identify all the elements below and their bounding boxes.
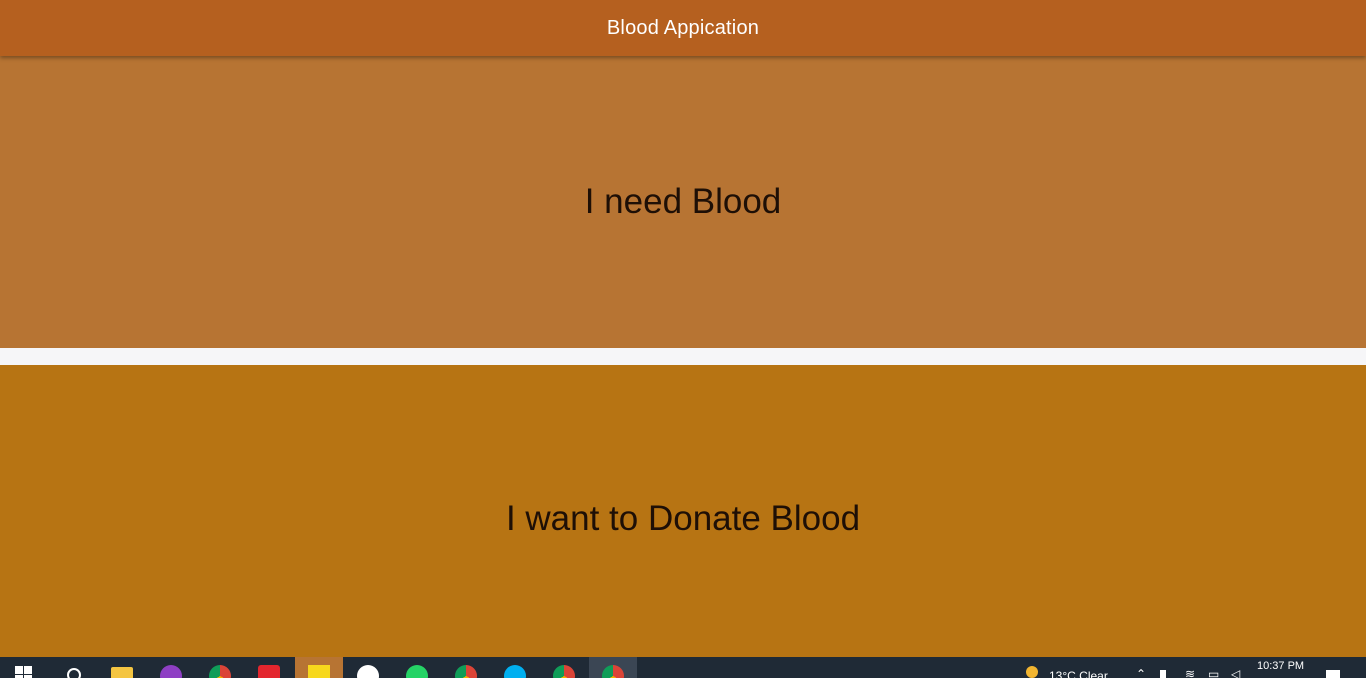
volume-icon[interactable]: ◁ xyxy=(1231,668,1243,678)
microphone-icon[interactable] xyxy=(1160,670,1166,678)
search-icon[interactable] xyxy=(67,668,81,678)
need-blood-label: I need Blood xyxy=(584,182,782,221)
chevron-up-icon[interactable]: ⌃ xyxy=(1136,668,1148,678)
app-bar: Blood Appication xyxy=(0,0,1366,56)
podcast-icon[interactable] xyxy=(147,657,195,678)
vivaldi-icon[interactable] xyxy=(245,657,293,678)
weather-text[interactable]: 13°C Clear xyxy=(1049,669,1108,678)
clock-time[interactable]: 10:37 PM xyxy=(1257,660,1304,672)
file-explorer-icon[interactable] xyxy=(98,657,146,678)
windows-start-icon[interactable] xyxy=(15,666,32,678)
chrome-icon[interactable] xyxy=(196,657,244,678)
wifi-icon[interactable]: ≋ xyxy=(1185,668,1197,678)
need-blood-button[interactable]: I need Blood xyxy=(0,56,1366,348)
chrome-icon[interactable] xyxy=(442,657,490,678)
paint-icon[interactable] xyxy=(344,657,392,678)
whatsapp-icon[interactable] xyxy=(393,657,441,678)
donate-blood-button[interactable]: I want to Donate Blood xyxy=(0,365,1366,657)
chrome-icon[interactable] xyxy=(589,657,637,678)
windows-taskbar: 13°C Clear ⌃ ≋ ▭ ◁ 10:37 PM xyxy=(0,657,1366,678)
sticky-notes-icon[interactable] xyxy=(295,657,343,678)
battery-icon[interactable]: ▭ xyxy=(1208,668,1220,678)
skype-icon[interactable] xyxy=(491,657,539,678)
notifications-icon[interactable] xyxy=(1326,670,1340,678)
moon-weather-icon xyxy=(1026,666,1038,678)
app-title: Blood Appication xyxy=(606,16,760,39)
chrome-icon[interactable] xyxy=(540,657,588,678)
donate-blood-label: I want to Donate Blood xyxy=(505,498,861,538)
